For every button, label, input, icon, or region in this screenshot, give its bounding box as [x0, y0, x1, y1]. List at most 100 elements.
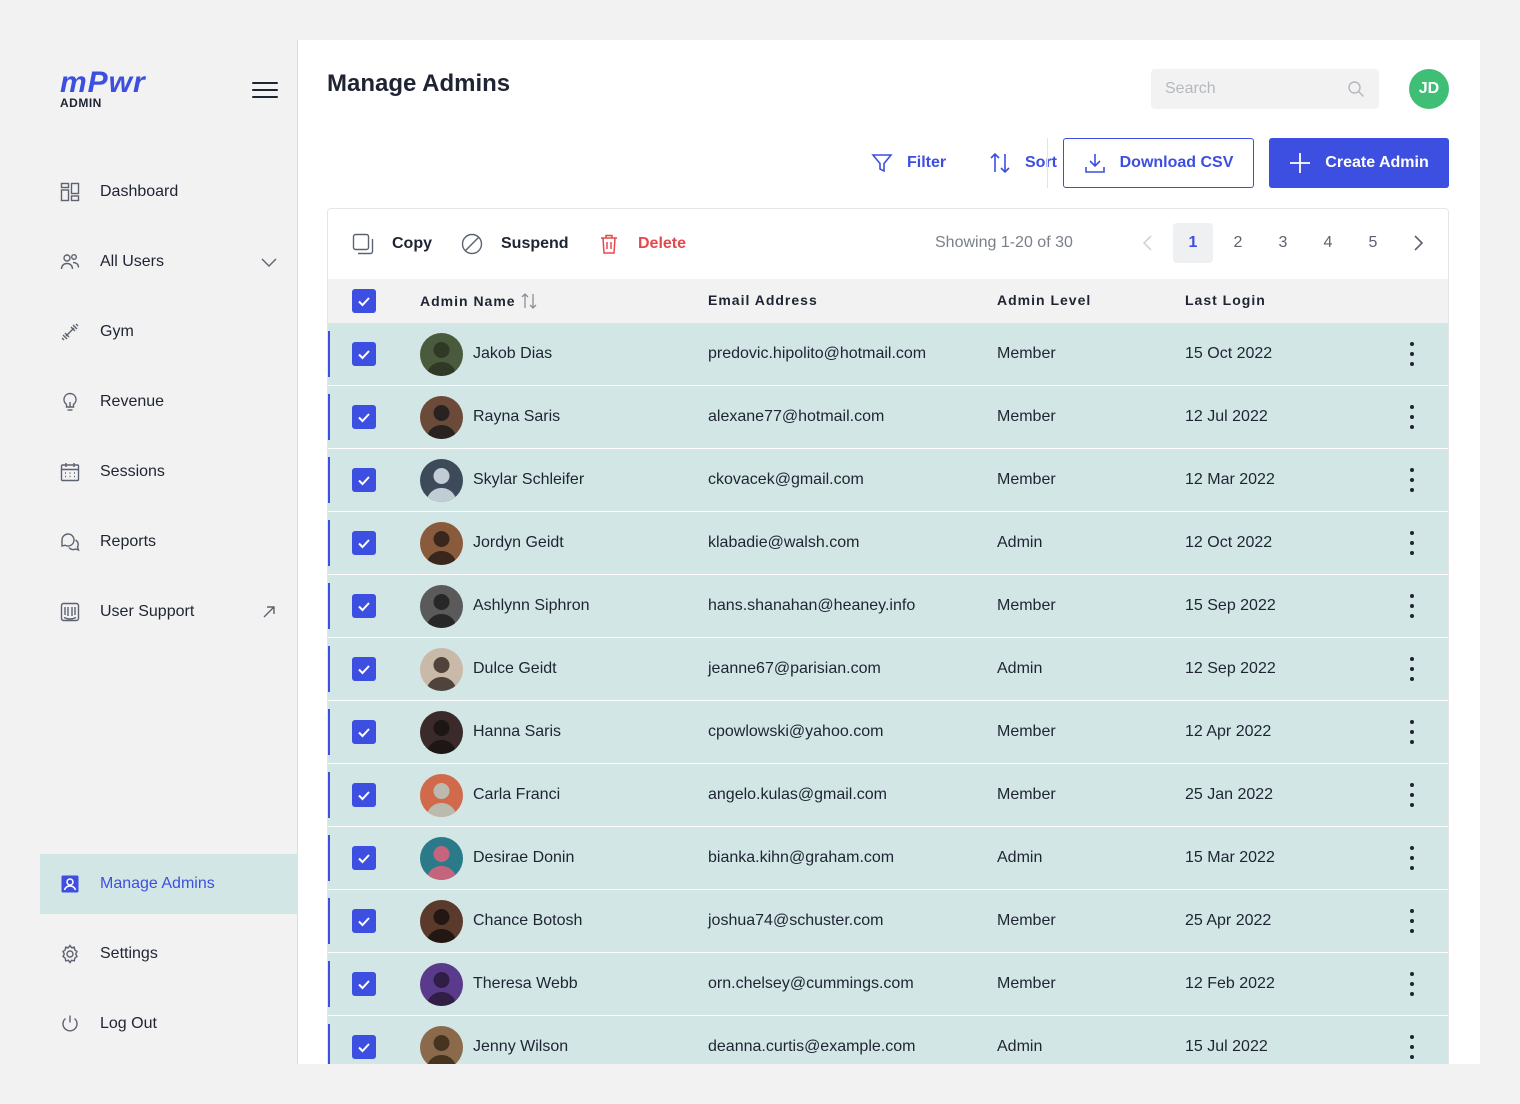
more-options-icon[interactable] — [1402, 780, 1422, 810]
admin-level: Member — [997, 786, 1056, 803]
table-row[interactable]: Jakob Dias predovic.hipolito@hotmail.com M… — [328, 323, 1448, 386]
admin-email: ckovacek@gmail.com — [708, 471, 864, 488]
admin-name: Jordyn Geidt — [473, 534, 564, 551]
more-options-icon[interactable] — [1402, 528, 1422, 558]
table-row[interactable]: Skylar Schleifer ckovacek@gmail.com Member… — [328, 449, 1448, 512]
more-options-icon[interactable] — [1402, 654, 1422, 684]
last-login: 15 Sep 2022 — [1185, 597, 1276, 614]
table-row[interactable]: Chance Botosh joshua74@schuster.com Member… — [328, 890, 1448, 953]
sidebar-item-gym[interactable]: Gym — [40, 302, 298, 362]
more-options-icon[interactable] — [1402, 1032, 1422, 1062]
menu-toggle-icon[interactable] — [252, 82, 278, 102]
copy-button[interactable]: Copy — [352, 231, 432, 257]
page-1-button[interactable]: 1 — [1173, 223, 1213, 263]
row-checkbox[interactable] — [352, 972, 376, 996]
page-5-button[interactable]: 5 — [1353, 223, 1393, 263]
admin-name: Dulce Geidt — [473, 660, 557, 677]
admin-level: Admin — [997, 660, 1043, 677]
download-csv-button[interactable]: Download CSV — [1063, 138, 1254, 188]
more-options-icon[interactable] — [1402, 906, 1422, 936]
search-input[interactable] — [1165, 80, 1335, 98]
delete-button[interactable]: Delete — [598, 231, 686, 257]
admin-level: Member — [997, 597, 1056, 614]
chevron-down-icon[interactable] — [260, 253, 278, 271]
row-checkbox[interactable] — [352, 846, 376, 870]
plus-icon — [1290, 153, 1311, 173]
table-row[interactable]: Dulce Geidt jeanne67@parisian.com Admin 12 … — [328, 638, 1448, 701]
sidebar-item-reports[interactable]: Reports — [40, 512, 298, 572]
user-avatar[interactable]: JD — [1409, 69, 1449, 109]
last-login: 12 Feb 2022 — [1185, 975, 1275, 992]
row-checkbox[interactable] — [352, 342, 376, 366]
sidebar-item-settings[interactable]: Settings — [40, 924, 298, 984]
sidebar: mPwr ADMIN Dashboard All Users Gym Reven… — [40, 40, 298, 1064]
sidebar-item-sessions[interactable]: Sessions — [40, 442, 298, 502]
table-row[interactable]: Carla Franci angelo.kulas@gmail.com Member… — [328, 764, 1448, 827]
page-2-button[interactable]: 2 — [1218, 223, 1258, 263]
suspend-button[interactable]: Suspend — [461, 231, 569, 257]
search-icon[interactable] — [1347, 80, 1365, 98]
more-options-icon[interactable] — [1402, 339, 1422, 369]
admin-name: Jakob Dias — [473, 345, 553, 362]
table-row[interactable]: Desirae Donin bianka.kihn@graham.com Admin… — [328, 827, 1448, 890]
prev-page-button[interactable] — [1128, 223, 1168, 263]
table-row[interactable]: Hanna Saris cpowlowski@yahoo.com Member 12 … — [328, 701, 1448, 764]
row-checkbox[interactable] — [352, 531, 376, 555]
column-header-admin-name[interactable]: Admin Name — [420, 292, 538, 310]
more-options-icon[interactable] — [1402, 969, 1422, 999]
table-row[interactable]: Rayna Saris alexane77@hotmail.com Member 12… — [328, 386, 1448, 449]
sidebar-item-label: Dashboard — [100, 183, 179, 200]
admin-email: alexane77@hotmail.com — [708, 408, 885, 425]
sidebar-item-log-out[interactable]: Log Out — [40, 994, 298, 1054]
row-checkbox[interactable] — [352, 720, 376, 744]
chevron-left-icon — [1142, 235, 1152, 251]
delete-label: Delete — [638, 235, 687, 252]
check-icon — [358, 539, 370, 549]
sidebar-item-all-users[interactable]: All Users — [40, 232, 298, 292]
row-checkbox[interactable] — [352, 594, 376, 618]
sidebar-item-label: Log Out — [100, 1015, 157, 1032]
row-checkbox[interactable] — [352, 909, 376, 933]
row-checkbox[interactable] — [352, 405, 376, 429]
create-admin-button[interactable]: Create Admin — [1269, 138, 1449, 188]
row-checkbox[interactable] — [352, 783, 376, 807]
sidebar-item-manage-admins[interactable]: Manage Admins — [40, 854, 298, 914]
external-link-icon[interactable] — [260, 603, 278, 621]
more-options-icon[interactable] — [1402, 465, 1422, 495]
table-row[interactable]: Theresa Webb orn.chelsey@cummings.com Memb… — [328, 953, 1448, 1016]
sidebar-item-label: All Users — [100, 253, 165, 270]
sidebar-item-label: Manage Admins — [100, 875, 215, 892]
sort-icon[interactable] — [520, 292, 538, 310]
logo[interactable]: mPwr ADMIN — [60, 68, 170, 112]
sidebar-item-user-support[interactable]: User Support — [40, 582, 298, 642]
row-checkbox[interactable] — [352, 468, 376, 492]
sidebar-item-revenue[interactable]: Revenue — [40, 372, 298, 432]
avatar — [420, 459, 463, 502]
admin-name: Hanna Saris — [473, 723, 562, 740]
row-checkbox[interactable] — [352, 657, 376, 681]
page-4-button[interactable]: 4 — [1308, 223, 1348, 263]
filter-button[interactable]: Filter — [871, 138, 946, 188]
logo-text: mPwr — [60, 66, 146, 99]
check-icon — [358, 665, 370, 675]
avatar — [420, 774, 463, 817]
next-page-button[interactable] — [1398, 223, 1438, 263]
last-login: 25 Apr 2022 — [1185, 912, 1272, 929]
table-row[interactable]: Ashlynn Siphron hans.shanahan@heaney.info… — [328, 575, 1448, 638]
table-row[interactable]: Jenny Wilson deanna.curtis@example.com Adm… — [328, 1016, 1448, 1064]
select-all-checkbox[interactable] — [352, 289, 376, 313]
more-options-icon[interactable] — [1402, 843, 1422, 873]
more-options-icon[interactable] — [1402, 402, 1422, 432]
avatar — [420, 837, 463, 880]
more-options-icon[interactable] — [1402, 717, 1422, 747]
row-checkbox[interactable] — [352, 1035, 376, 1059]
filter-icon — [871, 154, 893, 173]
page-3-button[interactable]: 3 — [1263, 223, 1303, 263]
table-row[interactable]: Jordyn Geidt klabadie@walsh.com Admin 12 Oc… — [328, 512, 1448, 575]
app-window: mPwr ADMIN Dashboard All Users Gym Reven… — [40, 40, 1480, 1064]
avatar — [420, 963, 463, 1006]
calendar-icon — [60, 462, 80, 482]
more-options-icon[interactable] — [1402, 591, 1422, 621]
sidebar-item-dashboard[interactable]: Dashboard — [40, 162, 298, 222]
filter-label: Filter — [907, 154, 947, 171]
